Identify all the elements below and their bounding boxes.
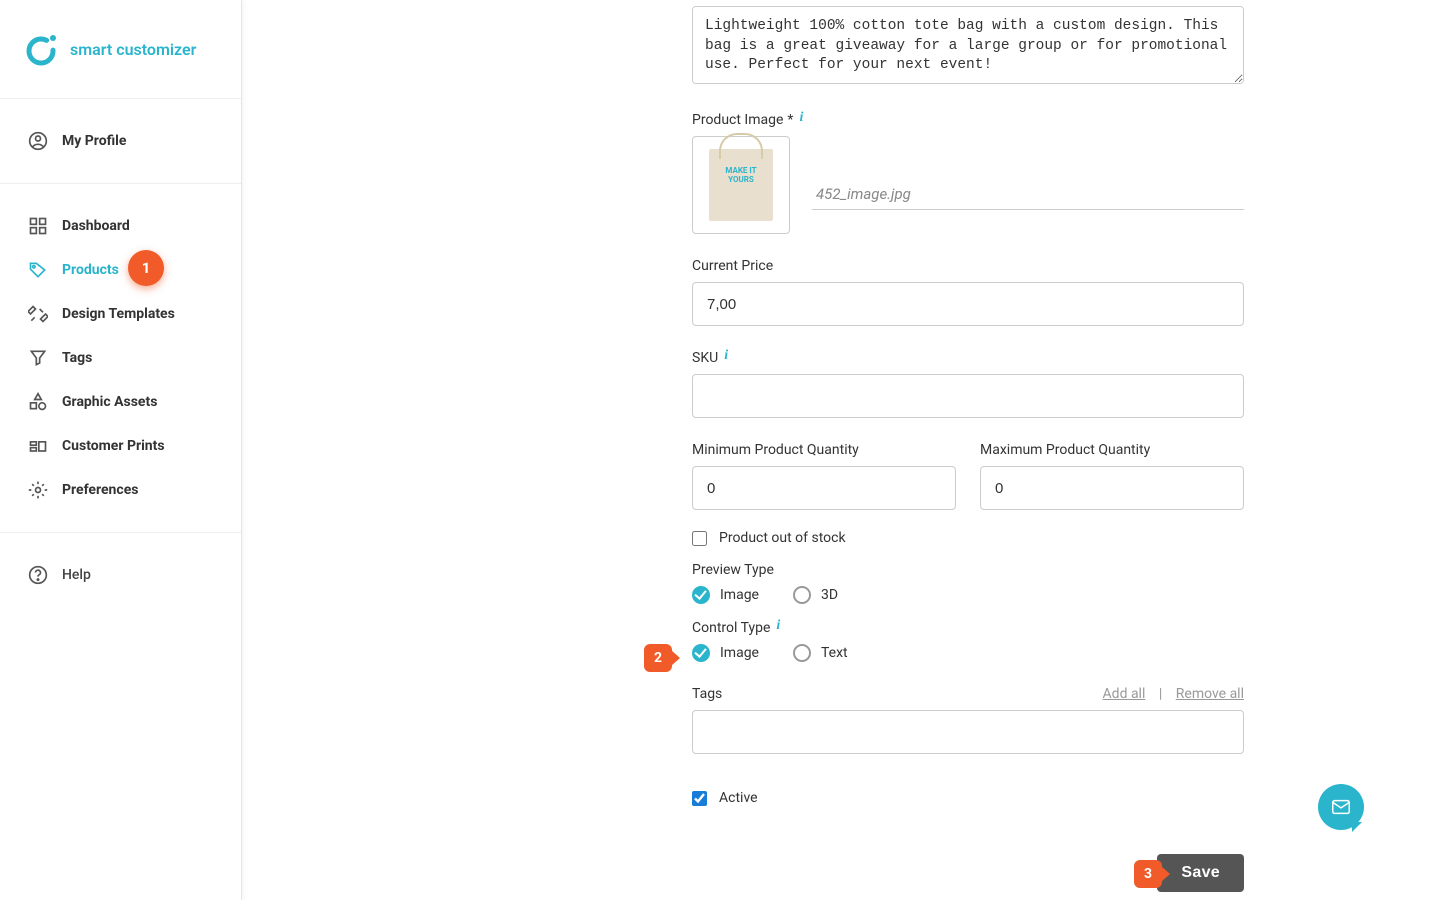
- image-filename: 452_image.jpg: [812, 179, 1244, 210]
- radio-icon: [692, 586, 710, 604]
- sidebar-item-products[interactable]: Products 1: [0, 248, 241, 292]
- sidebar-item-label: Preferences: [62, 482, 138, 498]
- tags-add-all-link[interactable]: Add all: [1103, 686, 1146, 702]
- preview-type-image[interactable]: Image: [692, 586, 759, 604]
- current-price-label: Current Price: [692, 258, 1244, 274]
- shapes-icon: [28, 392, 48, 412]
- preview-type-3d[interactable]: 3D: [793, 586, 838, 604]
- active-checkbox[interactable]: [692, 791, 707, 806]
- sidebar-item-label: Customer Prints: [62, 438, 165, 454]
- tools-icon: [28, 304, 48, 324]
- sidebar-item-label: Tags: [62, 350, 92, 366]
- help-icon: [28, 565, 48, 585]
- radio-icon: [793, 586, 811, 604]
- tags-label: Tags: [692, 686, 722, 702]
- sidebar-item-my-profile[interactable]: My Profile: [0, 119, 241, 163]
- sidebar-item-label: Dashboard: [62, 218, 130, 234]
- tag-icon: [28, 260, 48, 280]
- out-of-stock-label: Product out of stock: [719, 530, 846, 546]
- sidebar-item-design-templates[interactable]: Design Templates: [0, 292, 241, 336]
- product-image-label: Product Image * i: [692, 112, 1244, 128]
- info-icon[interactable]: i: [799, 110, 803, 126]
- sidebar: smart customizer My Profile Dashboard Pr…: [0, 0, 242, 900]
- description-textarea[interactable]: Lightweight 100% cotton tote bag with a …: [692, 6, 1244, 84]
- sidebar-item-help[interactable]: Help: [0, 553, 241, 597]
- sidebar-item-label: Help: [62, 567, 91, 583]
- filter-icon: [28, 348, 48, 368]
- radio-icon: [793, 644, 811, 662]
- product-image-thumbnail[interactable]: MAKE ITYOURS: [692, 136, 790, 234]
- radio-icon: [692, 644, 710, 662]
- info-icon[interactable]: i: [776, 618, 780, 634]
- current-price-input[interactable]: [692, 282, 1244, 326]
- out-of-stock-checkbox[interactable]: [692, 531, 707, 546]
- sidebar-item-label: Design Templates: [62, 306, 175, 322]
- active-label: Active: [719, 790, 758, 806]
- sku-input[interactable]: [692, 374, 1244, 418]
- sidebar-item-graphic-assets[interactable]: Graphic Assets: [0, 380, 241, 424]
- logo-icon: [24, 32, 58, 66]
- brand-name: smart customizer: [70, 40, 196, 59]
- gear-icon: [28, 480, 48, 500]
- sidebar-item-label: My Profile: [62, 133, 126, 149]
- prints-icon: [28, 436, 48, 456]
- sidebar-item-dashboard[interactable]: Dashboard: [0, 204, 241, 248]
- control-type-text[interactable]: Text: [793, 644, 848, 662]
- sidebar-item-preferences[interactable]: Preferences: [0, 468, 241, 512]
- min-qty-label: Minimum Product Quantity: [692, 442, 956, 458]
- main-content: Lightweight 100% cotton tote bag with a …: [242, 0, 1440, 900]
- info-icon[interactable]: i: [724, 348, 728, 364]
- sku-label: SKU i: [692, 350, 1244, 366]
- sidebar-item-tags[interactable]: Tags: [0, 336, 241, 380]
- user-icon: [28, 131, 48, 151]
- control-type-image[interactable]: Image: [692, 644, 759, 662]
- tags-input[interactable]: [692, 710, 1244, 754]
- sidebar-item-label: Products: [62, 262, 119, 278]
- max-qty-label: Maximum Product Quantity: [980, 442, 1244, 458]
- sidebar-item-customer-prints[interactable]: Customer Prints: [0, 424, 241, 468]
- sidebar-item-label: Graphic Assets: [62, 394, 157, 410]
- control-type-label: Control Type i: [692, 620, 1244, 636]
- save-button[interactable]: Save: [1157, 854, 1244, 892]
- contact-fab[interactable]: [1318, 784, 1364, 830]
- callout-badge-2: 2: [644, 644, 672, 672]
- tags-remove-all-link[interactable]: Remove all: [1176, 686, 1244, 702]
- brand-logo[interactable]: smart customizer: [0, 0, 241, 99]
- grid-icon: [28, 216, 48, 236]
- callout-badge-1: 1: [128, 250, 164, 286]
- mail-icon: [1330, 796, 1352, 818]
- max-qty-input[interactable]: [980, 466, 1244, 510]
- product-form: Lightweight 100% cotton tote bag with a …: [692, 0, 1244, 892]
- callout-badge-3: 3: [1134, 860, 1162, 888]
- min-qty-input[interactable]: [692, 466, 956, 510]
- preview-type-label: Preview Type: [692, 562, 1244, 578]
